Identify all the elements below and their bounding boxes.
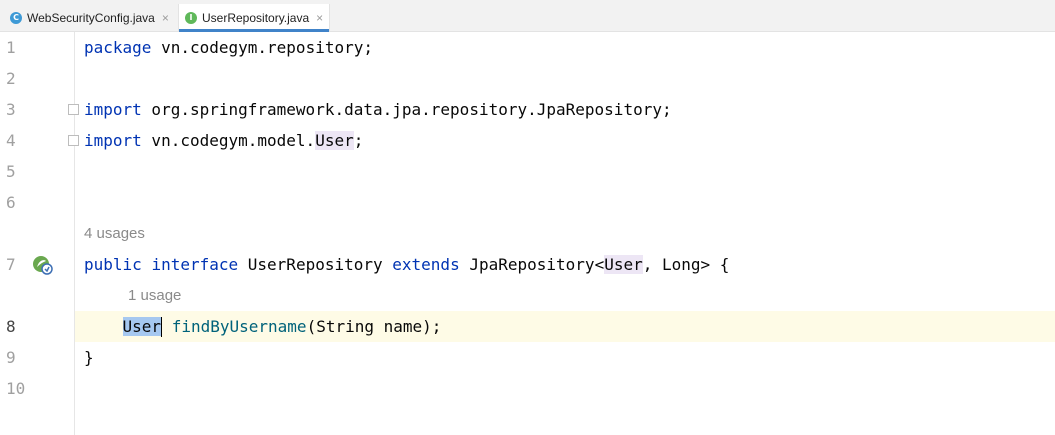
code-text: (String name); [306, 317, 442, 336]
keyword: interface [151, 255, 239, 274]
line-number: 1 [6, 38, 16, 57]
line-number: 2 [6, 69, 16, 88]
line-number-gutter[interactable] [0, 32, 75, 435]
keyword: public [84, 255, 142, 274]
line-number: 7 [6, 255, 16, 274]
line-number: 5 [6, 162, 16, 181]
java-interface-icon: I [185, 11, 197, 24]
code-line-7[interactable]: public interface UserRepository extends … [84, 255, 729, 275]
code-line-9[interactable]: } [84, 348, 94, 368]
editor-tab-bar: C WebSecurityConfig.java × I UserReposit… [0, 0, 1055, 32]
java-class-icon: C [10, 11, 22, 24]
code-text: org.springframework.data.jpa.repository.… [141, 100, 672, 119]
code-text: UserRepository [238, 255, 393, 274]
line-number: 8 [6, 317, 16, 336]
tab-label: WebSecurityConfig.java [27, 10, 155, 25]
keyword: extends [392, 255, 460, 274]
code-line-8[interactable]: User findByUsername(String name); [84, 317, 441, 337]
closing-brace: } [84, 348, 94, 367]
code-line-4[interactable]: import vn.codegym.model.User; [84, 131, 363, 151]
line-number: 10 [6, 379, 26, 398]
code-text: vn.codegym.repository; [151, 38, 373, 57]
close-icon[interactable]: × [162, 12, 169, 24]
code-line-3[interactable]: import org.springframework.data.jpa.repo… [84, 100, 672, 120]
implemented-gutter-icon[interactable] [32, 254, 54, 280]
method-name: findByUsername [171, 317, 307, 336]
keyword: import [84, 131, 142, 150]
line-number: 9 [6, 348, 16, 367]
fold-marker-icon[interactable] [68, 135, 79, 146]
line-number: 6 [6, 193, 16, 212]
line-number: 3 [6, 100, 16, 119]
close-icon[interactable]: × [316, 12, 323, 24]
code-text: , Long> { [642, 255, 730, 274]
tab-websecurityconfig[interactable]: C WebSecurityConfig.java × [4, 4, 174, 31]
usages-inlay-hint[interactable]: 1 usage [128, 286, 181, 306]
identifier-usage-highlight: User [604, 255, 643, 274]
keyword: import [84, 100, 142, 119]
code-text: JpaRepository< [459, 255, 605, 274]
code-text: ; [353, 131, 364, 150]
usages-inlay-hint[interactable]: 4 usages [84, 224, 145, 244]
line-number: 4 [6, 131, 16, 150]
code-text: vn.codegym.model. [141, 131, 316, 150]
selected-identifier: User [122, 317, 162, 336]
fold-marker-icon[interactable] [68, 104, 79, 115]
code-line-1[interactable]: package vn.codegym.repository; [84, 38, 373, 58]
keyword: package [84, 38, 152, 57]
tab-label: UserRepository.java [202, 10, 310, 25]
identifier-usage-highlight: User [315, 131, 354, 150]
tab-userrepository[interactable]: I UserRepository.java × [178, 4, 330, 32]
